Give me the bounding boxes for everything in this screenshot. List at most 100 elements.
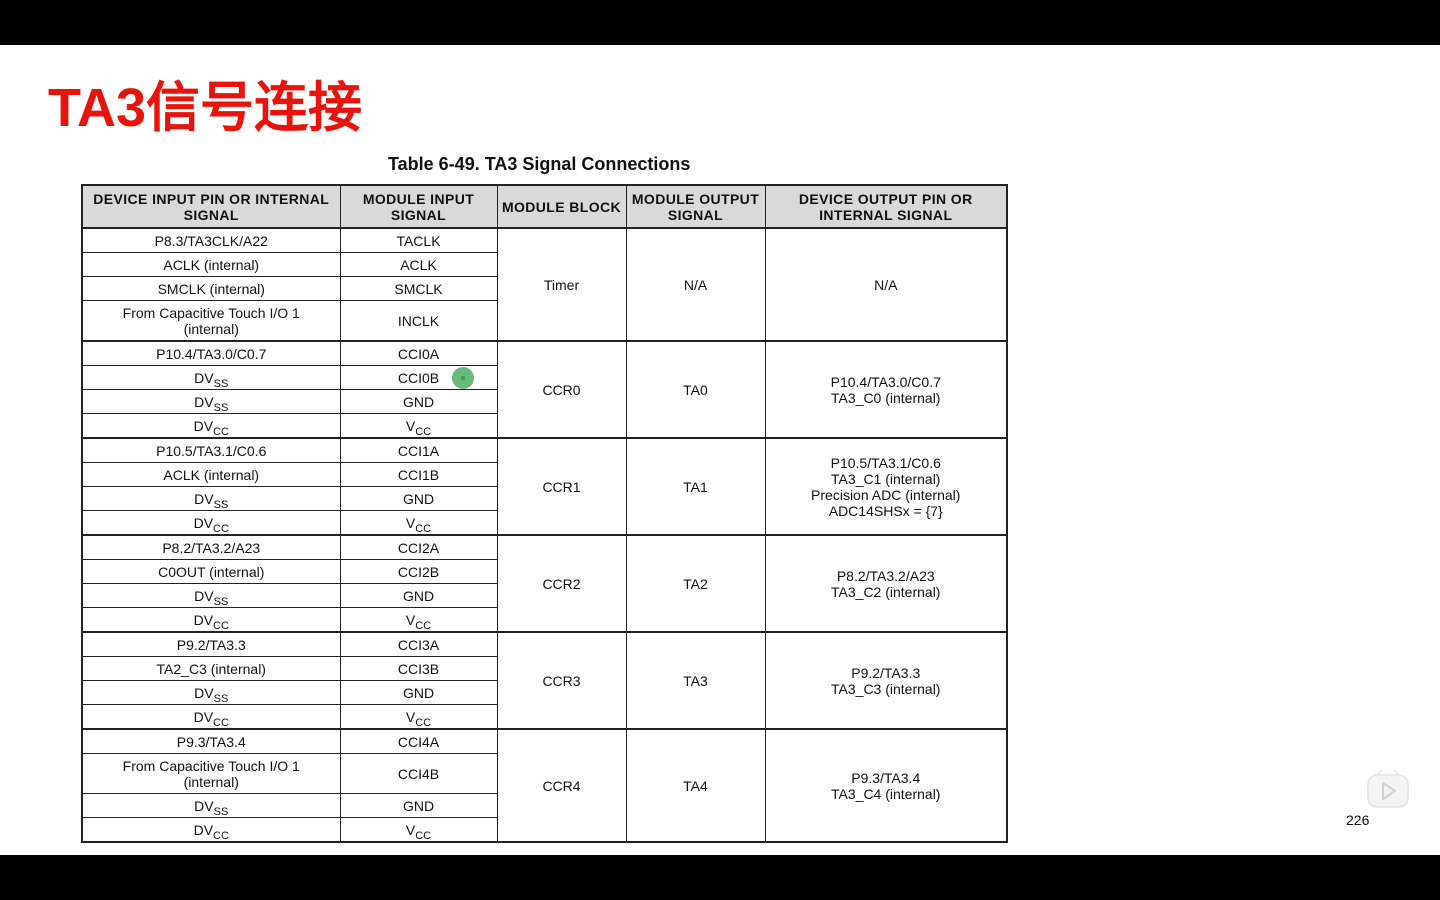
module-input-cell: ACLK	[339, 252, 498, 277]
module-block-cell: CCR2	[496, 534, 627, 633]
module-input-cell: CCI3B	[339, 656, 498, 681]
device-output-line: P9.2/TA3.3	[851, 664, 921, 681]
device-input-text: ACLK (internal)	[163, 256, 260, 273]
device-input-text: DV	[193, 514, 214, 531]
module-input-cell: CCI0A	[339, 340, 498, 366]
device-input-cell: P10.4/TA3.0/C0.7	[81, 340, 341, 366]
device-input-cell: DVCC	[81, 510, 341, 536]
device-input-cell: ACLK (internal)	[81, 462, 341, 487]
device-input-text: DV	[194, 369, 214, 386]
device-input-cell: DVSS	[81, 680, 341, 705]
table-row: P8.2/TA3.2/A23 CCI2A CCR2 TA2 P8.2/TA3.2/A23…	[81, 534, 1008, 633]
module-input-text: V	[405, 611, 416, 628]
module-output-cell: TA1	[625, 437, 766, 536]
device-output-line: P10.5/TA3.1/C0.6	[830, 454, 941, 471]
table-row: P8.3/TA3CLK/A22 TACLK Timer N/A N/A	[81, 227, 1008, 342]
module-input-cell: GND	[339, 389, 498, 414]
module-input-cell: INCLK	[339, 300, 498, 342]
slide: TA3信号连接 Table 6-49. TA3 Signal Connectio…	[0, 45, 1440, 855]
device-output-cell: P8.2/TA3.2/A23 TA3_C2 (internal)	[764, 534, 1008, 633]
module-input-text: CCI2B	[397, 563, 440, 580]
module-input-cell: TACLK	[339, 227, 498, 253]
device-input-text: DV	[193, 417, 214, 434]
module-input-subscript: CC	[415, 425, 432, 438]
module-input-cell: VCC	[339, 817, 498, 843]
module-block-cell: CCR0	[496, 340, 627, 439]
device-input-text: ACLK (internal)	[163, 466, 260, 483]
module-input-text: V	[405, 821, 416, 838]
module-input-text: GND	[402, 490, 435, 507]
device-output-line: P10.4/TA3.0/C0.7	[830, 373, 941, 390]
device-input-cell: ACLK (internal)	[81, 252, 341, 277]
module-input-text: V	[405, 417, 416, 434]
device-output-line: TA3_C4 (internal)	[831, 785, 941, 802]
module-input-cell: CCI2A	[339, 534, 498, 560]
device-input-cell: DVCC	[81, 817, 341, 843]
module-output-cell: TA3	[625, 631, 766, 730]
device-input-subscript: SS	[213, 498, 229, 511]
module-input-text: V	[405, 708, 416, 725]
device-input-text: P10.4/TA3.0/C0.7	[156, 345, 267, 362]
device-output-line: TA3_C1 (internal)	[831, 470, 941, 487]
device-input-cell: DVCC	[81, 704, 341, 730]
module-input-cell: CCI4A	[339, 728, 498, 754]
device-input-cell: DVSS	[81, 583, 341, 608]
module-input-cell: VCC	[339, 607, 498, 633]
module-input-cell: VCC	[339, 413, 498, 439]
module-input-text: GND	[402, 393, 435, 410]
module-input-text: GND	[402, 587, 435, 604]
device-input-text: P9.2/TA3.3	[176, 636, 246, 653]
module-input-text: SMCLK	[394, 280, 443, 297]
device-output-line: TA3_C2 (internal)	[831, 583, 941, 600]
device-input-text: DV	[193, 821, 214, 838]
device-input-text: DV	[194, 797, 214, 814]
table-row: P9.2/TA3.3 CCI3A CCR3 TA3 P9.2/TA3.3 TA3_C3 (…	[81, 631, 1008, 730]
device-input-cell: DVCC	[81, 413, 341, 439]
device-input-subscript: CC	[213, 619, 229, 632]
module-block-cell: Timer	[496, 227, 627, 342]
device-input-cell: From Capacitive Touch I/O 1 (internal)	[81, 300, 341, 342]
module-input-cell: VCC	[339, 510, 498, 536]
module-input-cell: SMCLK	[339, 276, 498, 301]
device-input-subscript: CC	[213, 425, 229, 438]
device-output-cell: N/A	[764, 227, 1008, 342]
device-input-subscript: SS	[213, 692, 229, 705]
module-input-text: V	[405, 514, 416, 531]
module-input-text: CCI4B	[397, 765, 440, 782]
module-input-cell: GND	[339, 486, 498, 511]
play-button-icon[interactable]	[1366, 769, 1410, 809]
module-output-cell: TA0	[625, 340, 766, 439]
signal-connections-table: DEVICE INPUT PIN OR INTERNAL SIGNAL MODU…	[81, 184, 1008, 843]
module-block-cell: CCR3	[496, 631, 627, 730]
device-input-text-line2: (internal)	[183, 773, 239, 790]
module-input-text: CCI0A	[397, 345, 440, 362]
module-input-text: CCI3B	[397, 660, 440, 677]
device-input-cell: P9.3/TA3.4	[81, 728, 341, 754]
device-output-cell: P10.5/TA3.1/C0.6 TA3_C1 (internal) Precisi…	[764, 437, 1008, 536]
device-input-cell: From Capacitive Touch I/O 1 (internal)	[81, 753, 341, 794]
module-input-text: CCI4A	[397, 733, 440, 750]
device-input-cell: SMCLK (internal)	[81, 276, 341, 301]
device-input-text: DV	[194, 490, 214, 507]
module-input-text: TACLK	[396, 232, 441, 249]
device-output-line: N/A	[874, 276, 898, 293]
device-input-subscript: SS	[213, 377, 229, 390]
page-number: 226	[1346, 812, 1370, 828]
module-input-text: CCI3A	[397, 636, 440, 653]
module-input-text: CCI1A	[397, 442, 440, 459]
device-input-subscript: CC	[213, 829, 229, 842]
device-input-text: P9.3/TA3.4	[176, 733, 246, 750]
module-input-subscript: CC	[415, 716, 432, 729]
module-output-cell: TA2	[625, 534, 766, 633]
module-input-cell: GND	[339, 583, 498, 608]
device-input-cell: C0OUT (internal)	[81, 559, 341, 584]
module-input-subscript: CC	[415, 619, 432, 632]
device-input-cell: DVSS	[81, 793, 341, 818]
table-row: P10.4/TA3.0/C0.7 CCI0A CCR0 TA0 P10.4/TA3.0/…	[81, 340, 1008, 439]
device-input-cell: TA2_C3 (internal)	[81, 656, 341, 681]
header-module-input: MODULE INPUT SIGNAL	[339, 184, 498, 229]
device-input-text: DV	[194, 684, 214, 701]
module-input-cell: CCI1B	[339, 462, 498, 487]
device-input-cell: P8.2/TA3.2/A23	[81, 534, 341, 560]
device-input-text: C0OUT (internal)	[158, 563, 265, 580]
